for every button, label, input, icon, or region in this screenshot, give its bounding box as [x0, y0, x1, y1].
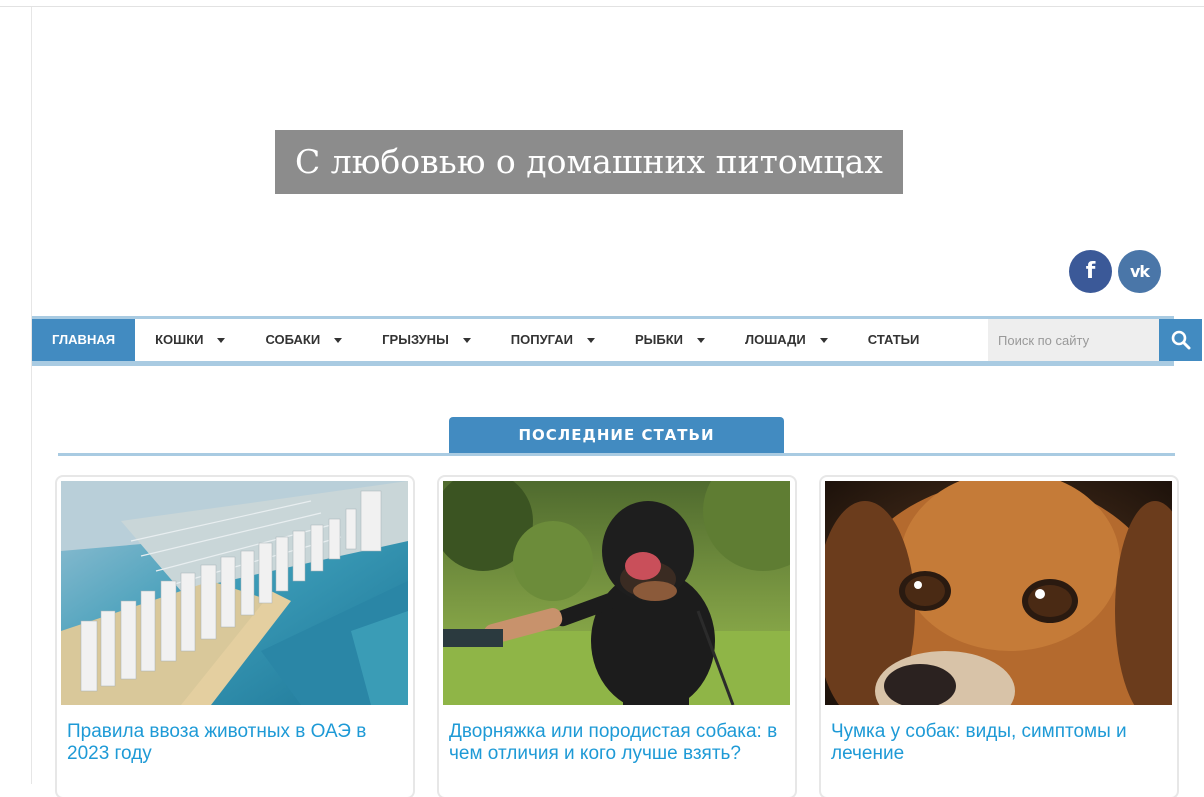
section-divider: [58, 453, 1175, 456]
nav-menu: ГЛАВНАЯ КОШКИ СОБАКИ ГРЫЗУНЫ ПОПУГАИ РЫБКИ ЛОШ…: [32, 319, 939, 361]
nav-item[interactable]: ЛОШАДИ: [725, 319, 848, 361]
dubai-harbor-image: [61, 481, 408, 705]
nav-item-label: ЛОШАДИ: [745, 332, 806, 347]
search-input[interactable]: [988, 319, 1159, 361]
site-title[interactable]: С любовью о домашних питомцах: [275, 130, 903, 194]
black-dog-image: [443, 481, 790, 705]
article-card[interactable]: Дворняжка или породистая собака: в чем о…: [439, 477, 795, 797]
article-title[interactable]: Правила ввоза животных в ОАЭ в 2023 году: [67, 721, 403, 765]
nav-item[interactable]: ПОПУГАИ: [491, 319, 615, 361]
latest-articles-heading: ПОСЛЕДНИЕ СТАТЬИ: [449, 417, 784, 453]
nav-item[interactable]: РЫБКИ: [615, 319, 725, 361]
site-wrapper: С любовью о домашних питомцах f vk ГЛАВН…: [31, 7, 1204, 797]
nav-item[interactable]: СТАТЬИ: [848, 319, 940, 361]
facebook-icon[interactable]: f: [1069, 250, 1112, 293]
nav-item-label: ГЛАВНАЯ: [52, 332, 116, 347]
search-icon: [1171, 330, 1190, 350]
article-title[interactable]: Чумка у собак: виды, симптомы и лечение: [831, 721, 1167, 765]
nav-item[interactable]: ГЛАВНАЯ: [32, 319, 136, 361]
main-navigation: ГЛАВНАЯ КОШКИ СОБАКИ ГРЫЗУНЫ ПОПУГАИ РЫБКИ ЛОШ…: [32, 316, 1202, 366]
nav-item[interactable]: СОБАКИ: [245, 319, 362, 361]
nav-item-label: СТАТЬИ: [867, 332, 920, 347]
article-thumbnail[interactable]: [443, 481, 790, 705]
chevron-down-icon: [586, 337, 595, 343]
nav-item-label: ПОПУГАИ: [510, 332, 573, 347]
chevron-down-icon: [697, 337, 705, 343]
nav-item-label: ГРЫЗУНЫ: [382, 332, 449, 347]
nav-item[interactable]: ГРЫЗУНЫ: [362, 319, 491, 361]
chevron-down-icon: [217, 337, 226, 343]
article-thumbnail[interactable]: [825, 481, 1172, 705]
article-card[interactable]: Чумка у собак: виды, симптомы и лечение: [821, 477, 1177, 797]
chevron-down-icon: [334, 337, 343, 343]
nav-item-label: РЫБКИ: [634, 332, 683, 347]
chevron-down-icon: [819, 337, 828, 343]
article-title[interactable]: Дворняжка или породистая собака: в чем о…: [449, 721, 785, 765]
nav-item-label: КОШКИ: [155, 332, 204, 347]
vk-icon[interactable]: vk: [1118, 250, 1161, 293]
article-card[interactable]: Правила ввоза животных в ОАЭ в 2023 году: [57, 477, 413, 797]
article-thumbnail[interactable]: [61, 481, 408, 705]
sad-beagle-image: [825, 481, 1172, 705]
nav-item-label: СОБАКИ: [265, 332, 321, 347]
search-button[interactable]: [1159, 319, 1202, 361]
nav-item[interactable]: КОШКИ: [135, 319, 245, 361]
chevron-down-icon: [462, 337, 471, 343]
